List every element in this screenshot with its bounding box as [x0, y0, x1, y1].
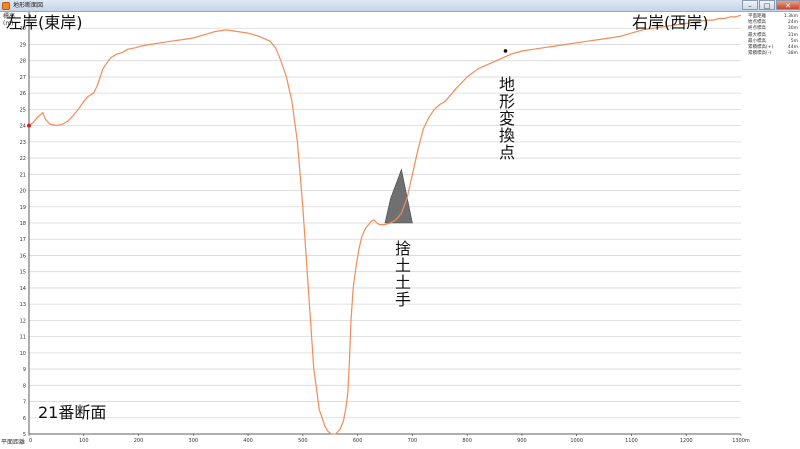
y-tick-label: 19 [20, 205, 26, 211]
y-tick-label: 13 [20, 302, 26, 308]
y-tick-label: 23 [20, 140, 26, 146]
embankment-label: 捨土土手 [392, 240, 411, 308]
legend-row: 累積標高(-) -38m [748, 51, 798, 57]
legend-value: -38m [786, 51, 798, 57]
y-tick-label: 25 [20, 107, 26, 113]
y-tick-labels: 5678910111213141516171819202122232425262… [20, 26, 26, 438]
y-tick-label: 15 [20, 270, 26, 276]
x-tick-label: 700 [408, 438, 418, 444]
y-tick-label: 8 [23, 383, 26, 389]
x-tick-label: 800 [462, 438, 472, 444]
start-point-marker [27, 123, 31, 128]
y-tick-label: 18 [20, 221, 26, 227]
section-label: 21番断面 [38, 403, 107, 422]
maximize-button[interactable]: □ [759, 0, 775, 10]
terrain-change-label: 地形変換点 [496, 76, 515, 161]
y-tick-label: 24 [20, 124, 26, 130]
y-tick-label: 7 [23, 400, 26, 406]
x-tick-label: 200 [134, 438, 144, 444]
y-tick-label: 14 [20, 286, 26, 292]
embankment-fill [384, 168, 413, 224]
y-tick-label: 11 [20, 335, 26, 341]
x-tick-label: 1300m [732, 438, 750, 444]
minimize-button[interactable]: – [742, 0, 758, 10]
y-tick-label: 12 [20, 318, 26, 324]
x-axis-title: 平面距離 [1, 439, 26, 446]
y-tick-label: 17 [20, 237, 26, 243]
profile-line [28, 14, 742, 435]
window-controls: – □ ✕ [741, 0, 800, 11]
embankment-shape [384, 168, 413, 224]
y-tick-label: 9 [23, 367, 26, 373]
y-tick-label: 20 [20, 189, 26, 195]
y-tick-label: 6 [23, 416, 26, 422]
stats-legend: 平面距離 1.3km 始点標高 24m 終点標高 30m 最大標高 31m 最小標高 5m 累積標高… [748, 14, 798, 57]
window-title: 地形断面図 [13, 2, 44, 9]
y-tick-label: 10 [20, 351, 26, 357]
close-button[interactable]: ✕ [776, 0, 800, 10]
y-tick-label: 16 [20, 253, 26, 259]
x-tick-label: 100 [79, 438, 89, 444]
x-tick-label: 1100 [625, 438, 638, 444]
x-tick-labels: 0 100 200 300 400 500 600 700 800 900 1000 1100 1200… [29, 438, 750, 444]
x-tick-label: 400 [243, 438, 253, 444]
left-bank-label: 左岸(東岸) [6, 13, 83, 32]
right-bank-label: 右岸(西岸) [632, 13, 709, 32]
legend-label: 累積標高(-) [748, 51, 772, 57]
x-tick-label: 1000 [570, 438, 583, 444]
y-tick-label: 28 [20, 59, 26, 65]
y-tick-label: 22 [20, 156, 26, 162]
app-icon [2, 1, 10, 10]
x-tick-label: 0 [29, 438, 32, 444]
x-tick-label: 1200 [680, 438, 693, 444]
x-tick-label: 900 [517, 438, 527, 444]
profile-chart: 5678910111213141516171819202122232425262… [20, 12, 750, 444]
terrain-change-point-marker [503, 49, 508, 53]
y-tick-label: 21 [20, 172, 26, 178]
y-tick-label: 29 [20, 42, 26, 48]
profile-series [28, 14, 742, 435]
x-tick-label: 300 [189, 438, 199, 444]
y-tick-label: 27 [20, 75, 26, 81]
x-tick-label: 500 [298, 438, 308, 444]
x-tick-label: 600 [353, 438, 363, 444]
y-tick-label: 26 [20, 91, 26, 97]
